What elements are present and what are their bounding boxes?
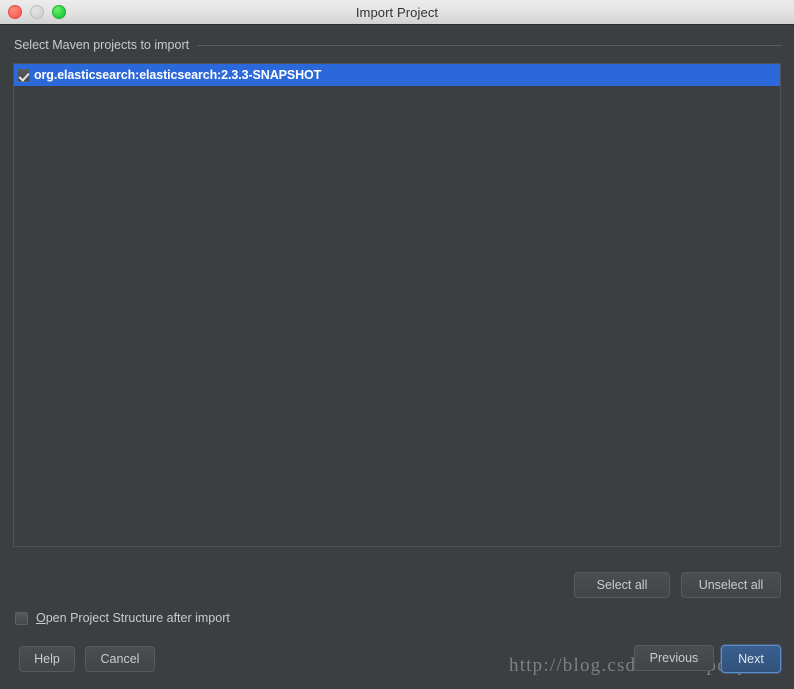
window-controls (8, 0, 66, 24)
open-project-structure-label: Open Project Structure after import (36, 611, 230, 625)
section-divider (197, 44, 782, 46)
title-bar: Import Project (0, 0, 794, 25)
mnemonic-letter: O (36, 611, 46, 625)
select-all-button[interactable]: Select all (574, 572, 670, 598)
project-checkbox[interactable] (17, 68, 30, 82)
window-title: Import Project (355, 4, 439, 20)
cancel-button[interactable]: Cancel (85, 646, 155, 672)
close-window-icon[interactable] (8, 5, 22, 19)
help-button[interactable]: Help (19, 646, 75, 672)
section-header: Select Maven projects to import (14, 38, 782, 52)
maximize-window-icon[interactable] (52, 5, 66, 19)
option-label-rest: pen Project Structure after import (45, 611, 230, 625)
minimize-window-icon[interactable] (30, 5, 44, 19)
section-title: Select Maven projects to import (14, 38, 190, 52)
previous-button[interactable]: Previous (634, 645, 714, 671)
open-project-structure-option[interactable]: Open Project Structure after import (15, 611, 230, 625)
unselect-all-button[interactable]: Unselect all (681, 572, 781, 598)
import-project-dialog: Import Project Select Maven projects to … (0, 0, 794, 689)
open-project-structure-checkbox[interactable] (15, 611, 28, 625)
maven-projects-list[interactable]: org.elasticsearch:elasticsearch:2.3.3-SN… (13, 63, 781, 547)
next-button[interactable]: Next (721, 645, 781, 673)
list-item[interactable]: org.elasticsearch:elasticsearch:2.3.3-SN… (14, 64, 780, 86)
list-item-label: org.elasticsearch:elasticsearch:2.3.3-SN… (34, 68, 322, 82)
